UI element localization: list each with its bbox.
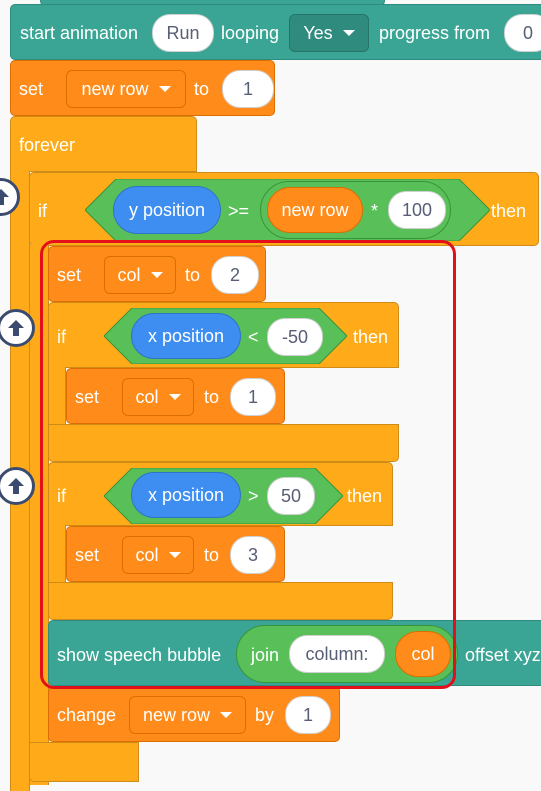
progress-label: progress from (379, 23, 491, 43)
start-animation-label: start animation (20, 23, 139, 43)
chevron-down-icon (220, 712, 233, 718)
value-text: 1 (242, 79, 253, 99)
by-label: by (255, 705, 275, 725)
if-label: if (38, 201, 47, 221)
value-input[interactable]: 1 (285, 696, 331, 734)
value-text: 1 (302, 705, 313, 725)
change-new-row-block[interactable]: change new row by 1 (48, 686, 340, 742)
forever-label: forever (19, 135, 76, 155)
set-new-row-block[interactable]: set new row to 1 (10, 60, 275, 116)
value-input[interactable]: 1 (222, 70, 274, 108)
change-label: change (57, 705, 117, 725)
chevron-down-icon (158, 86, 171, 92)
multiplier-value: 100 (401, 200, 433, 220)
looping-label: looping (221, 23, 280, 43)
multiply-symbol: * (371, 201, 379, 221)
arrow-up-icon (8, 320, 24, 336)
variable-name: new row (142, 704, 211, 725)
variable-name: new row (81, 78, 149, 99)
progress-input[interactable]: 0 (504, 14, 541, 52)
variable-dropdown-new-row[interactable]: new row (129, 696, 246, 734)
to-label: to (194, 79, 210, 99)
then-label: then (491, 201, 527, 221)
variable-dropdown-new-row[interactable]: new row (66, 70, 186, 108)
arrow-up-icon (0, 189, 9, 205)
forever-header[interactable]: forever (10, 116, 197, 172)
looping-dropdown[interactable]: Yes (289, 14, 369, 52)
new-row-reporter[interactable]: new row (267, 187, 363, 233)
if-outer-block[interactable]: if y position >= new row * 100 then (29, 172, 539, 246)
arrow-up-icon (8, 478, 24, 494)
new-row-text: new row (281, 199, 349, 220)
selection-highlight (40, 240, 456, 689)
if-outer-footer (29, 742, 139, 782)
progress-value: 0 (522, 23, 533, 43)
set-label: set (19, 79, 44, 99)
y-position-text: y position (128, 199, 206, 220)
multiplier-input[interactable]: 100 (388, 191, 446, 229)
animation-name-value: Run (166, 23, 200, 43)
operator-gte: >= (228, 201, 250, 221)
offset-label: offset xyz (465, 645, 541, 665)
animation-name-input[interactable]: Run (152, 14, 214, 52)
start-animation-block[interactable]: start animation Run looping Yes progress… (10, 4, 541, 60)
chevron-down-icon (342, 30, 355, 36)
looping-value: Yes (303, 22, 333, 43)
y-position-reporter[interactable]: y position (113, 186, 221, 234)
